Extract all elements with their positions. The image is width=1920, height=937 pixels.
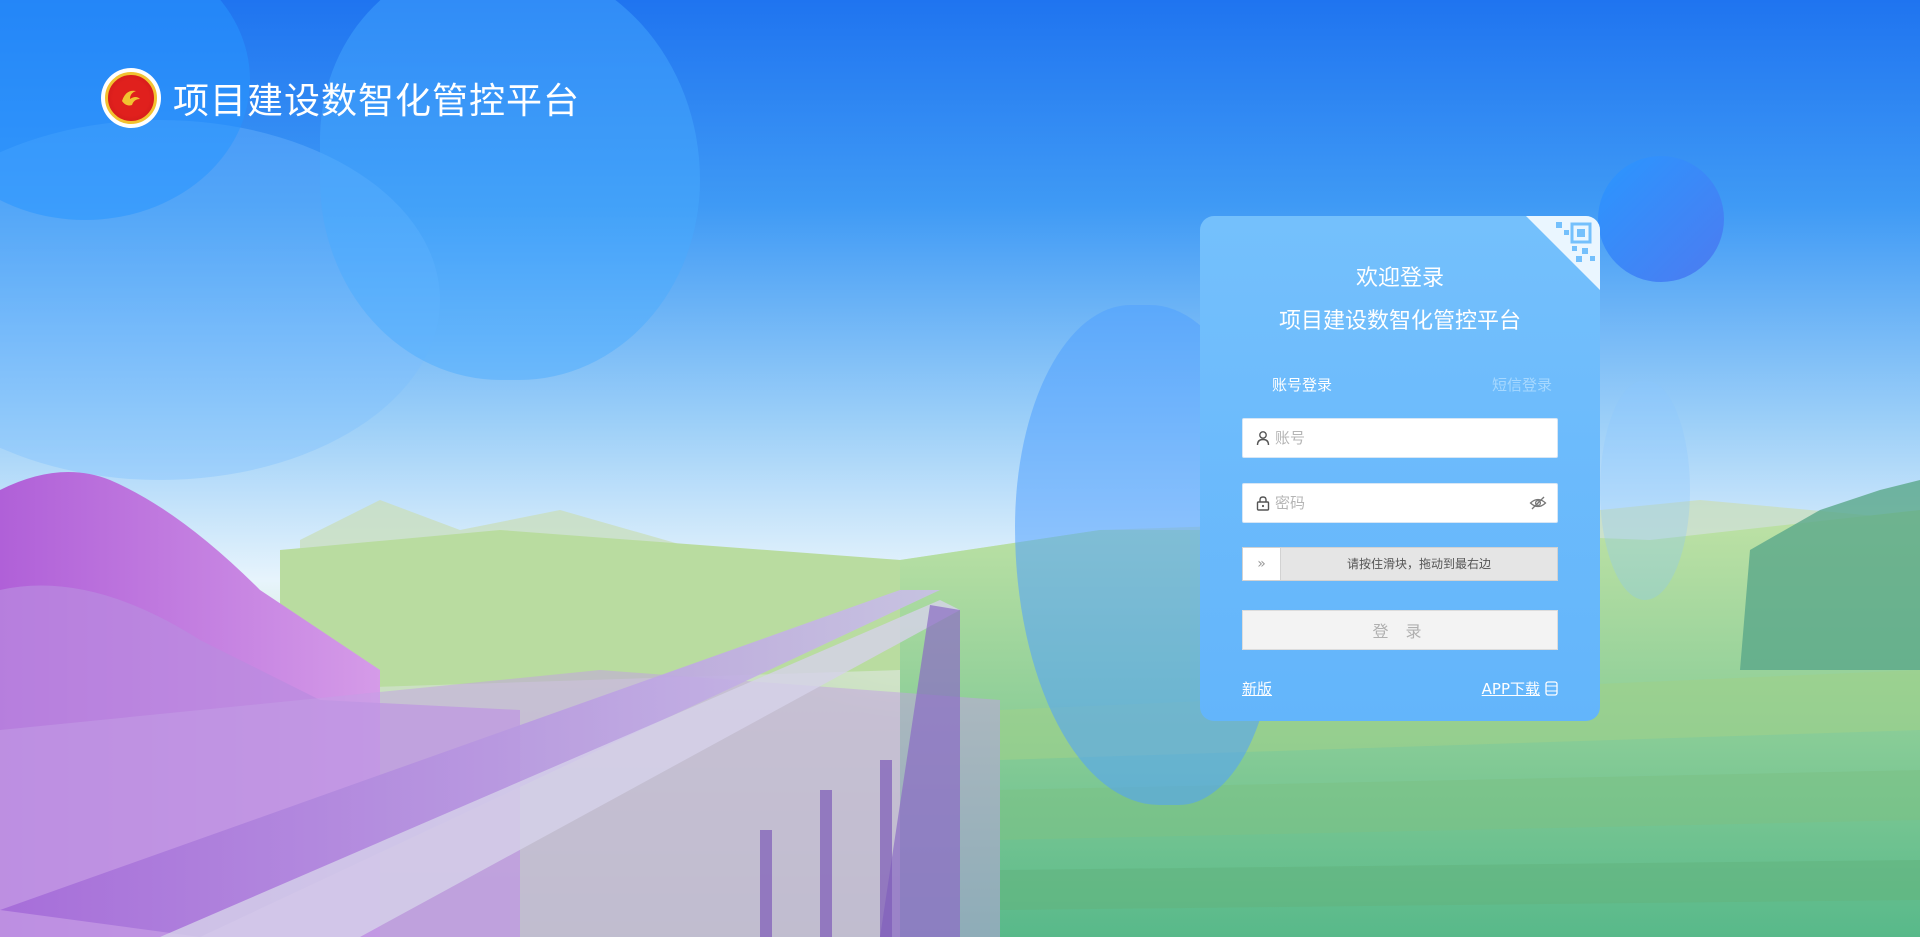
emblem-icon bbox=[105, 72, 157, 124]
logo bbox=[101, 68, 161, 128]
platform-subtitle: 项目建设数智化管控平台 bbox=[1278, 309, 1521, 334]
brand-header: 项目建设数智化管控平台 bbox=[101, 68, 580, 128]
lock-icon bbox=[1256, 496, 1270, 511]
user-icon bbox=[1256, 431, 1270, 446]
page-title: 项目建设数智化管控平台 bbox=[173, 81, 581, 122]
tab-sms-login[interactable]: 短信登录 bbox=[1492, 374, 1552, 395]
slider-hint: 请按住滑块，拖动到最右边 bbox=[1346, 557, 1491, 571]
account-input[interactable] bbox=[1275, 429, 1557, 447]
password-field[interactable] bbox=[1242, 483, 1558, 523]
bg-blob bbox=[320, 0, 700, 380]
bg-blob bbox=[1600, 380, 1690, 600]
background-scenery bbox=[0, 0, 1920, 937]
app-download-link[interactable]: APP下载 bbox=[1482, 678, 1558, 699]
eye-off-icon[interactable] bbox=[1529, 494, 1547, 512]
new-version-link[interactable]: 新版 bbox=[1242, 678, 1272, 699]
account-field[interactable] bbox=[1242, 418, 1558, 458]
slide-captcha: » 请按住滑块，拖动到最右边 bbox=[1242, 547, 1558, 581]
mobile-icon bbox=[1545, 681, 1558, 696]
welcome-heading: 欢迎登录 bbox=[1355, 266, 1444, 291]
password-input[interactable] bbox=[1275, 494, 1529, 512]
bg-circle bbox=[1598, 156, 1724, 282]
app-download-label: APP下载 bbox=[1481, 680, 1540, 698]
login-button[interactable]: 登 录 bbox=[1242, 610, 1558, 650]
double-arrow-icon[interactable]: » bbox=[1243, 548, 1281, 580]
login-tabs: 账号登录 短信登录 bbox=[1272, 374, 1552, 395]
tab-account-login[interactable]: 账号登录 bbox=[1272, 374, 1332, 395]
login-card: 欢迎登录 项目建设数智化管控平台 账号登录 短信登录 » 请按住滑块，拖动到最右… bbox=[1200, 216, 1600, 721]
